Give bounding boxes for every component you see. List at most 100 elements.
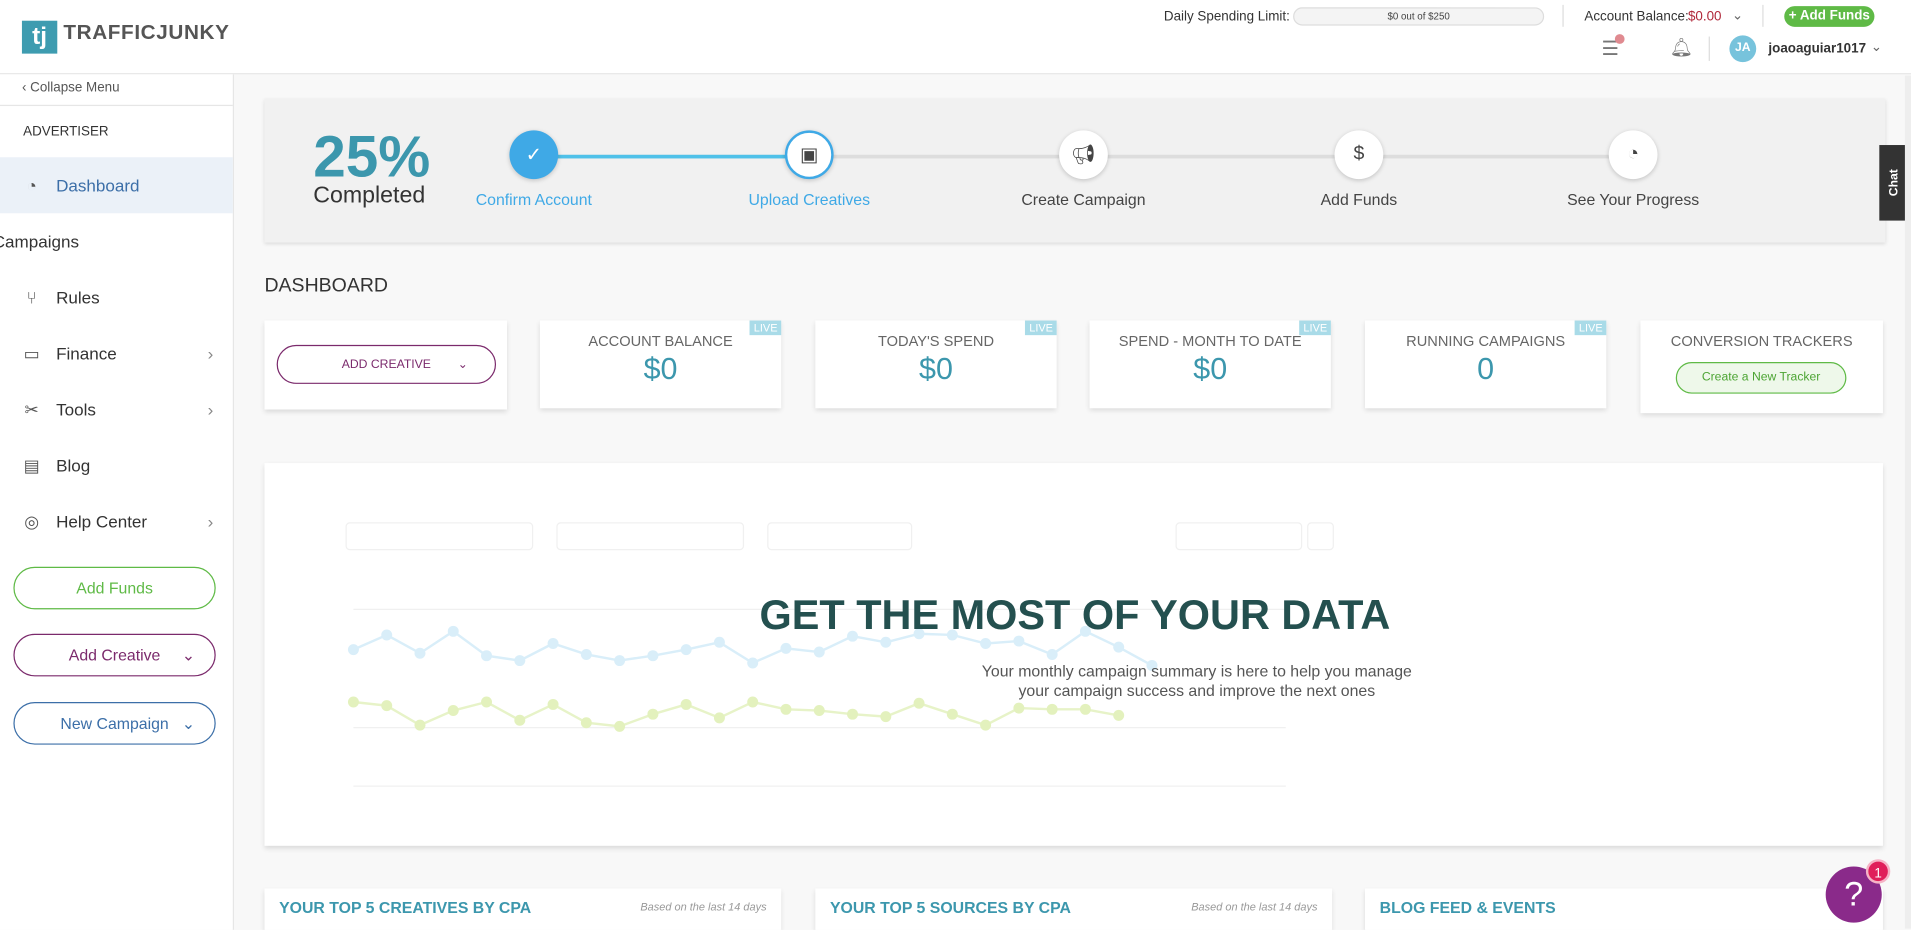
top-creatives-panel: YOUR TOP 5 CREATIVES BY CPA Based on the … — [264, 888, 782, 930]
illustration-point — [647, 650, 659, 662]
illustration-point — [381, 700, 393, 712]
illustration-point — [946, 708, 958, 720]
stat-title: CONVERSION TRACKERS — [1670, 332, 1853, 350]
illustration-point — [1013, 702, 1025, 714]
stat-value: $0 — [643, 352, 678, 387]
sidebar-item-blog[interactable]: ▤ Blog — [0, 438, 233, 494]
progress-bar-fill — [533, 154, 810, 159]
tools-icon: ✂ — [24, 399, 39, 419]
illustration-point — [514, 714, 526, 726]
illustration-point — [580, 717, 592, 729]
progress-percent: 25% — [313, 125, 431, 191]
illustration-point — [414, 647, 426, 659]
step-confirm-account[interactable]: Confirm Account — [436, 190, 631, 208]
logo-text[interactable]: TRAFFICJUNKY — [63, 21, 229, 45]
account-balance-label: Account Balance: — [1584, 9, 1689, 25]
panel-title: BLOG FEED & EVENTS — [1379, 898, 1556, 917]
sidebar-item-finance[interactable]: ▭ Finance › — [0, 325, 233, 381]
chevron-down-icon[interactable]: ⌄ — [1732, 7, 1743, 24]
step-create-campaign[interactable]: Create Campaign — [986, 190, 1181, 208]
sidebar-item-tools[interactable]: ✂ Tools › — [0, 381, 233, 437]
progress-completed-label: Completed — [313, 182, 426, 209]
add-creative-dropdown[interactable]: ADD CREATIVE ⌄ — [276, 344, 497, 384]
page-title: DASHBOARD — [264, 275, 389, 297]
illustration-point — [481, 650, 493, 662]
illustration-point — [813, 646, 825, 658]
lifebuoy-icon: ◎ — [24, 511, 40, 531]
add-creative-button[interactable]: Add Creative ⌄ — [13, 633, 216, 677]
stat-value: 0 — [1477, 352, 1495, 387]
illustration-point — [481, 696, 493, 708]
avatar[interactable]: JA — [1729, 35, 1757, 63]
illustration-point — [614, 655, 626, 667]
chevron-down-icon: ⌄ — [457, 357, 468, 372]
illustration-point — [580, 648, 592, 660]
money-icon: ▭ — [23, 343, 40, 363]
illustration-point — [880, 711, 892, 723]
conversion-trackers-card: CONVERSION TRACKERS Create a New Tracker — [1640, 320, 1883, 414]
stat-title: ACCOUNT BALANCE — [588, 332, 733, 350]
illustration-point — [680, 698, 692, 710]
illustration-point — [780, 703, 792, 715]
stat-account-balance: LIVE ACCOUNT BALANCE $0 — [539, 320, 782, 409]
chevron-right-icon: › — [207, 511, 214, 532]
top-header: tj TRAFFICJUNKY Daily Spending Limit: $0… — [0, 0, 1911, 75]
new-campaign-button[interactable]: New Campaign ⌄ — [13, 702, 216, 745]
illustration-point — [614, 720, 626, 732]
images-icon[interactable]: ▣ — [784, 130, 834, 180]
promo-subtitle: Your monthly campaign summary is here to… — [752, 662, 1642, 701]
bell-icon[interactable]: 🔔︎ — [1670, 37, 1693, 59]
step-upload-creatives[interactable]: Upload Creatives — [712, 190, 907, 208]
stat-title: RUNNING CAMPAIGNS — [1406, 332, 1566, 350]
pie-chart-icon[interactable]: ◔ — [1608, 130, 1658, 180]
illustration-point — [847, 708, 858, 720]
collapse-menu-button[interactable]: ‹ Collapse Menu — [22, 80, 120, 95]
dashboard-icon: ◔ — [26, 175, 37, 196]
illustration-point — [1046, 703, 1058, 715]
create-tracker-button[interactable]: Create a New Tracker — [1675, 361, 1847, 394]
help-badge: 1 — [1865, 859, 1891, 884]
add-creative-card: ADD CREATIVE ⌄ — [264, 320, 507, 410]
step-see-progress[interactable]: See Your Progress — [1536, 190, 1731, 208]
step-add-funds[interactable]: Add Funds — [1261, 190, 1456, 208]
illustration-point — [447, 705, 459, 717]
notification-dot — [1614, 34, 1625, 44]
sidebar: ‹ Collapse Menu ADVERTISER ◔ Dashboard Ca… — [0, 74, 234, 930]
illustration-point — [1046, 648, 1058, 660]
promo-line: your campaign success and improve the ne… — [1018, 681, 1376, 700]
stat-title: TODAY'S SPEND — [877, 332, 995, 350]
sidebar-item-rules[interactable]: ⑂ Rules — [0, 269, 233, 325]
illustration-point — [414, 719, 426, 731]
illustration-point — [780, 642, 792, 654]
illustration-point — [1113, 709, 1125, 721]
chevron-down-icon[interactable]: ⌄ — [1871, 39, 1882, 55]
sidebar-item-campaigns[interactable]: Campaigns — [0, 213, 225, 269]
daily-limit-bar: $0 out of $250 — [1293, 7, 1545, 26]
add-funds-button[interactable]: Add Funds — [13, 566, 216, 610]
illustration-point — [680, 644, 692, 656]
daily-limit-label: Daily Spending Limit: — [1163, 9, 1290, 25]
promo-line: Your monthly campaign summary is here to… — [981, 661, 1412, 681]
illustration-point — [980, 719, 992, 731]
sidebar-item-help-center[interactable]: ◎ Help Center › — [0, 494, 233, 550]
dollar-icon[interactable]: $ — [1334, 130, 1384, 180]
illustration-point — [347, 696, 359, 708]
check-icon[interactable]: ✓ — [509, 130, 559, 180]
branch-icon: ⑂ — [26, 287, 37, 308]
top-sources-panel: YOUR TOP 5 SOURCES BY CPA Based on the la… — [815, 888, 1333, 930]
panel-note: Based on the last 14 days — [1191, 900, 1318, 913]
illustration-point — [514, 655, 526, 667]
username[interactable]: joaoaguiar1017 — [1768, 41, 1866, 56]
stat-title: SPEND - MONTH TO DATE — [1118, 332, 1302, 350]
chevron-right-icon: › — [207, 343, 214, 364]
add-funds-button[interactable]: + Add Funds — [1784, 6, 1875, 27]
sidebar-item-dashboard[interactable]: ◔ Dashboard — [0, 157, 233, 214]
stat-value: $0 — [919, 352, 953, 387]
logo-icon[interactable]: tj — [21, 20, 58, 54]
megaphone-icon[interactable]: 📢︎ — [1059, 130, 1108, 180]
scrollbar[interactable] — [1904, 75, 1911, 929]
account-balance-value[interactable]: $0.00 — [1688, 10, 1722, 25]
chevron-left-icon: ‹ — [21, 80, 31, 96]
chevron-down-icon: ⌄ — [181, 645, 195, 664]
panel-title: YOUR TOP 5 SOURCES BY CPA — [829, 898, 1071, 917]
